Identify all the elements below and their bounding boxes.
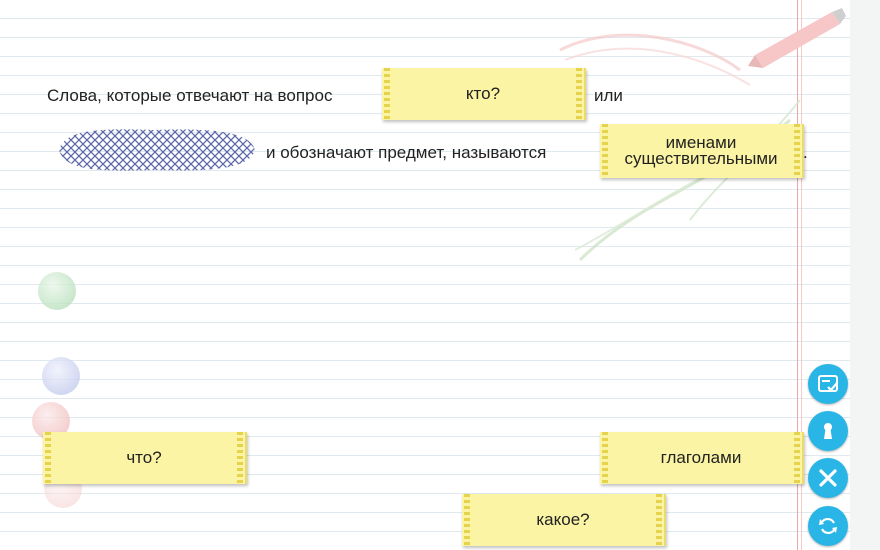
- option-card-label: глаголами: [660, 448, 742, 467]
- placed-card-question[interactable]: кто?: [382, 68, 586, 120]
- placed-card-answer[interactable]: именами существительными: [600, 124, 804, 178]
- close-icon: [819, 469, 837, 487]
- show-answer-button[interactable]: [808, 411, 848, 451]
- placed-card-answer-line2: существительными: [624, 149, 778, 168]
- check-list-icon: [818, 375, 838, 392]
- decorative-circle-blue: [42, 357, 80, 395]
- check-answers-button[interactable]: [808, 364, 848, 404]
- option-card-which[interactable]: какое?: [462, 494, 666, 546]
- option-card-what[interactable]: что?: [43, 432, 247, 484]
- decorative-circle-green: [38, 272, 76, 310]
- reset-button[interactable]: [808, 506, 848, 546]
- sentence-part-2: или: [594, 86, 623, 105]
- hidden-word-blank: [59, 129, 255, 171]
- option-card-label: какое?: [536, 510, 590, 529]
- clear-button[interactable]: [808, 458, 848, 498]
- refresh-icon: [819, 517, 837, 535]
- option-card-verbs[interactable]: глаголами: [600, 432, 804, 484]
- sentence-part-1: Слова, которые отвечают на вопрос: [47, 86, 333, 105]
- sentence-part-3: и обозначают предмет, называются: [266, 143, 547, 162]
- placed-card-question-label: кто?: [465, 84, 501, 103]
- option-card-label: что?: [126, 448, 162, 467]
- keyhole-icon: [824, 423, 832, 439]
- pencil-icon: [748, 8, 846, 68]
